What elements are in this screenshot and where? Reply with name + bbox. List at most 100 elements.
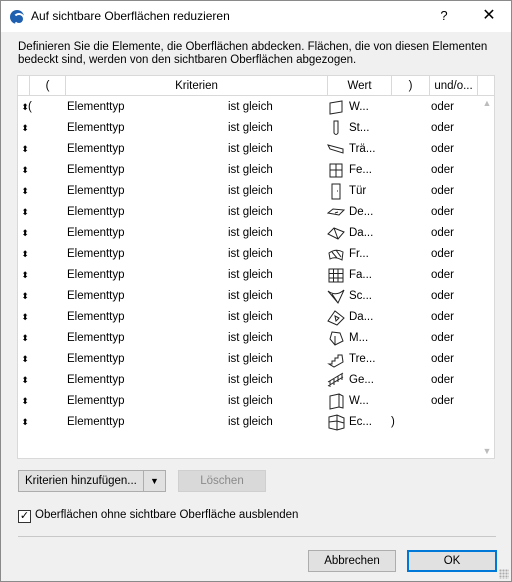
operator-cell[interactable]: ist gleich xyxy=(228,244,273,265)
table-row[interactable]: ⬍ Elementtyp ist gleich W... oder xyxy=(18,391,478,412)
criterion-type-cell[interactable]: Elementtyp xyxy=(67,139,125,160)
table-row[interactable]: ⬍ Elementtyp ist gleich Trä... oder xyxy=(18,139,478,160)
operator-cell[interactable]: ist gleich xyxy=(228,223,273,244)
and-or-cell[interactable]: oder xyxy=(431,223,454,244)
table-row[interactable]: ⬍ Elementtyp ist gleich Sc... oder xyxy=(18,286,478,307)
and-or-cell[interactable]: oder xyxy=(431,391,454,412)
table-row[interactable]: ⬍ Elementtyp ist gleich Fe... oder xyxy=(18,160,478,181)
operator-cell[interactable]: ist gleich xyxy=(228,118,273,139)
value-cell[interactable]: Tre... xyxy=(349,349,375,370)
criterion-type-cell[interactable]: Elementtyp xyxy=(67,223,125,244)
table-row[interactable]: ⬍(Elementtyp ist gleich W... oder xyxy=(18,97,478,118)
criterion-type-cell[interactable]: Elementtyp xyxy=(67,328,125,349)
criteria-column-header[interactable]: Kriterien xyxy=(66,76,328,96)
scroll-down-icon[interactable]: ▼ xyxy=(480,444,494,458)
scroll-up-icon[interactable]: ▲ xyxy=(480,96,494,110)
value-cell[interactable]: W... xyxy=(349,391,369,412)
table-row[interactable]: ⬍ Elementtyp ist gleich Da... oder xyxy=(18,307,478,328)
and-or-cell[interactable]: oder xyxy=(431,202,454,223)
open-paren-cell[interactable] xyxy=(28,118,38,139)
value-column-header[interactable]: Wert xyxy=(328,76,392,96)
and-or-cell[interactable]: oder xyxy=(431,181,454,202)
criterion-type-cell[interactable]: Elementtyp xyxy=(67,370,125,391)
and-or-cell[interactable]: oder xyxy=(431,160,454,181)
table-row[interactable]: ⬍ Elementtyp ist gleich Ge... oder xyxy=(18,370,478,391)
open-paren-cell[interactable] xyxy=(28,370,38,391)
value-cell[interactable]: St... xyxy=(349,118,369,139)
and-or-cell[interactable]: oder xyxy=(431,370,454,391)
criterion-type-cell[interactable]: Elementtyp xyxy=(67,118,125,139)
and-or-cell[interactable]: oder xyxy=(431,265,454,286)
close-paren-column-header[interactable]: ) xyxy=(392,76,430,96)
operator-cell[interactable]: ist gleich xyxy=(228,139,273,160)
value-cell[interactable]: Ec... xyxy=(349,412,372,433)
operator-cell[interactable]: ist gleich xyxy=(228,391,273,412)
help-button[interactable]: ? xyxy=(429,5,459,27)
open-paren-cell[interactable] xyxy=(28,160,38,181)
close-button[interactable]: ✕ xyxy=(474,5,504,27)
open-paren-cell[interactable] xyxy=(28,412,38,433)
open-paren-cell[interactable] xyxy=(28,328,38,349)
value-cell[interactable]: Trä... xyxy=(349,139,375,160)
operator-cell[interactable]: ist gleich xyxy=(228,307,273,328)
open-paren-cell[interactable] xyxy=(28,391,38,412)
ok-button[interactable]: OK xyxy=(407,550,497,572)
criterion-type-cell[interactable]: Elementtyp xyxy=(67,265,125,286)
value-cell[interactable]: De... xyxy=(349,202,373,223)
hide-surfaces-label[interactable]: Oberflächen ohne sichtbare Oberfläche au… xyxy=(35,509,298,521)
criterion-type-cell[interactable]: Elementtyp xyxy=(67,97,125,118)
operator-cell[interactable]: ist gleich xyxy=(228,412,273,433)
criterion-type-cell[interactable]: Elementtyp xyxy=(67,202,125,223)
open-paren-cell[interactable] xyxy=(28,286,38,307)
and-or-column-header[interactable]: und/o... xyxy=(430,76,478,96)
table-row[interactable]: ⬍ Elementtyp ist gleich Fa... oder xyxy=(18,265,478,286)
table-row[interactable]: ⬍ Elementtyp ist gleich St... oder xyxy=(18,118,478,139)
value-cell[interactable]: Ge... xyxy=(349,370,374,391)
and-or-cell[interactable]: oder xyxy=(431,97,454,118)
criterion-type-cell[interactable]: Elementtyp xyxy=(67,244,125,265)
cancel-button[interactable]: Abbrechen xyxy=(308,550,396,572)
table-row[interactable]: ⬍ Elementtyp ist gleich Ec...) xyxy=(18,412,478,433)
open-paren-cell[interactable] xyxy=(28,139,38,160)
open-paren-cell[interactable] xyxy=(28,244,38,265)
and-or-cell[interactable]: oder xyxy=(431,139,454,160)
operator-cell[interactable]: ist gleich xyxy=(228,202,273,223)
table-row[interactable]: ⬍ Elementtyp ist gleich Fr... oder xyxy=(18,244,478,265)
operator-cell[interactable]: ist gleich xyxy=(228,286,273,307)
value-cell[interactable]: W... xyxy=(349,97,369,118)
open-paren-cell[interactable] xyxy=(28,307,38,328)
table-row[interactable]: ⬍ Elementtyp ist gleich De... oder xyxy=(18,202,478,223)
criterion-type-cell[interactable]: Elementtyp xyxy=(67,412,125,433)
resize-grip-icon[interactable] xyxy=(499,569,509,579)
table-row[interactable]: ⬍ Elementtyp ist gleich Tür oder xyxy=(18,181,478,202)
criterion-type-cell[interactable]: Elementtyp xyxy=(67,181,125,202)
value-cell[interactable]: Fe... xyxy=(349,160,372,181)
criterion-type-cell[interactable]: Elementtyp xyxy=(67,160,125,181)
operator-cell[interactable]: ist gleich xyxy=(228,181,273,202)
value-cell[interactable]: Fr... xyxy=(349,244,369,265)
operator-cell[interactable]: ist gleich xyxy=(228,370,273,391)
operator-cell[interactable]: ist gleich xyxy=(228,328,273,349)
and-or-cell[interactable]: oder xyxy=(431,328,454,349)
criterion-type-cell[interactable]: Elementtyp xyxy=(67,349,125,370)
value-cell[interactable]: Tür xyxy=(349,181,366,202)
and-or-cell[interactable]: oder xyxy=(431,286,454,307)
open-paren-cell[interactable] xyxy=(28,349,38,370)
criterion-type-cell[interactable]: Elementtyp xyxy=(67,286,125,307)
vertical-scrollbar[interactable]: ▲ ▼ xyxy=(480,96,494,458)
open-paren-cell[interactable] xyxy=(28,265,38,286)
criterion-type-cell[interactable]: Elementtyp xyxy=(67,307,125,328)
table-row[interactable]: ⬍ Elementtyp ist gleich Tre... oder xyxy=(18,349,478,370)
close-paren-cell[interactable]: ) xyxy=(391,412,395,433)
table-row[interactable]: ⬍ Elementtyp ist gleich M... oder xyxy=(18,328,478,349)
value-cell[interactable]: Fa... xyxy=(349,265,372,286)
and-or-cell[interactable]: oder xyxy=(431,244,454,265)
criterion-type-cell[interactable]: Elementtyp xyxy=(67,391,125,412)
open-paren-cell[interactable] xyxy=(28,223,38,244)
open-paren-cell[interactable] xyxy=(28,181,38,202)
value-cell[interactable]: M... xyxy=(349,328,368,349)
operator-cell[interactable]: ist gleich xyxy=(228,160,273,181)
delete-button[interactable]: Löschen xyxy=(178,470,266,492)
operator-cell[interactable]: ist gleich xyxy=(228,97,273,118)
value-cell[interactable]: Da... xyxy=(349,223,373,244)
